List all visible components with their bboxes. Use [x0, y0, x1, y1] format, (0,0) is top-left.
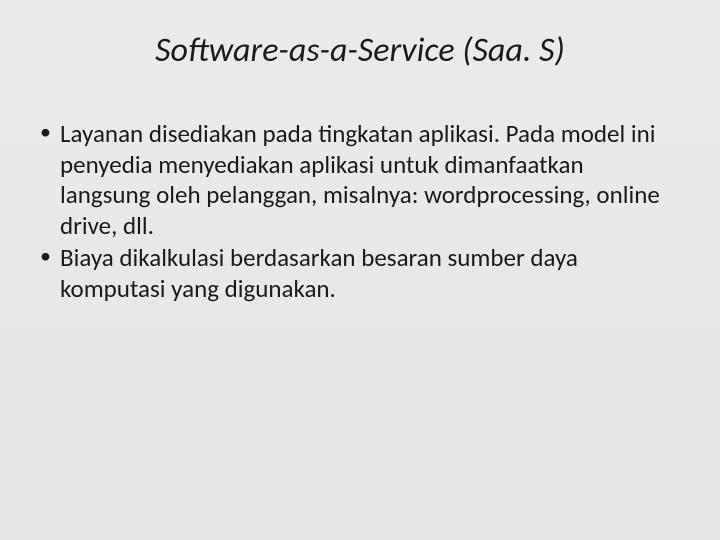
bullet-item: Biaya dikalkulasi berdasarkan besaran su…: [34, 243, 660, 304]
bullet-item: Layanan disediakan pada tingkatan aplika…: [34, 119, 660, 241]
slide-title: Software-as-a-Service (Saa. S): [30, 30, 690, 71]
slide-content: Layanan disediakan pada tingkatan aplika…: [30, 119, 690, 304]
bullet-list: Layanan disediakan pada tingkatan aplika…: [34, 119, 660, 304]
slide-container: Software-as-a-Service (Saa. S) Layanan d…: [0, 0, 720, 540]
